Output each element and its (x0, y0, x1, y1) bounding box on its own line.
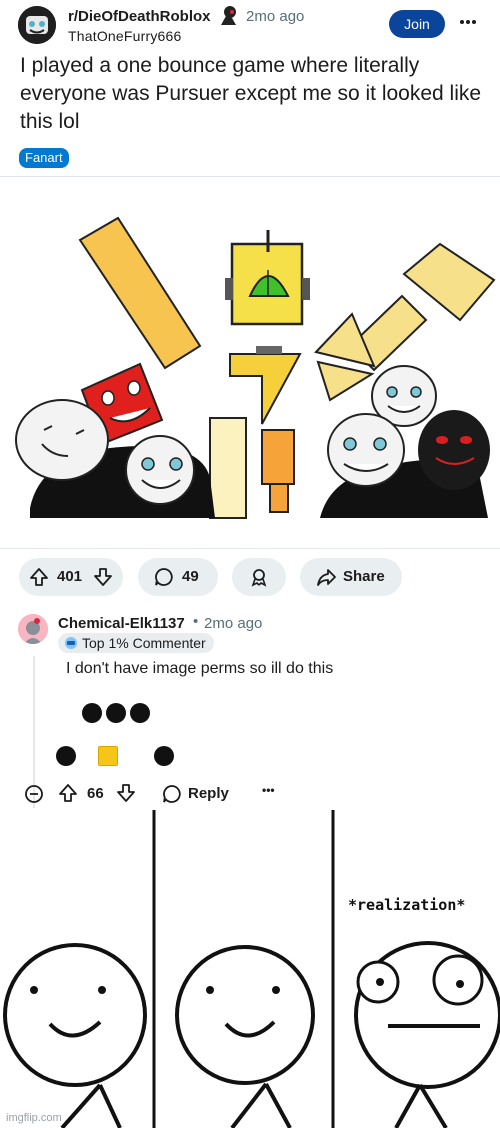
downvote-icon[interactable] (116, 783, 136, 803)
black-circle-emoji (56, 746, 76, 766)
post-title[interactable]: I played a one bounce game where literal… (20, 52, 490, 136)
more-icon (460, 20, 476, 24)
more-options-button[interactable] (458, 8, 478, 36)
share-button[interactable]: Share (300, 558, 402, 596)
commenter-badge: Top 1% Commenter (58, 633, 214, 653)
comment-username[interactable]: Chemical-Elk1137 (58, 615, 185, 632)
subreddit-avatar[interactable] (18, 6, 56, 44)
reply-icon[interactable] (162, 784, 182, 804)
post-action-bar: 401 49 Share (0, 558, 500, 598)
comment-more-button[interactable]: ••• (262, 783, 275, 797)
divider (0, 548, 500, 549)
comment-text: I don't have image perms so ill do this (66, 660, 334, 677)
award-icon (251, 569, 267, 587)
comment-count: 49 (182, 568, 199, 585)
upvote-icon[interactable] (58, 783, 78, 803)
black-circle-emoji (82, 703, 102, 723)
award-button[interactable] (232, 558, 286, 596)
badge-label: Top 1% Commenter (82, 635, 206, 651)
comment: Chemical-Elk1137 • 2mo ago Top 1% Commen… (0, 606, 500, 808)
share-label: Share (343, 568, 385, 585)
comment-vote-count: 66 (87, 785, 104, 802)
downvote-icon[interactable] (93, 567, 113, 587)
yellow-square-emoji (98, 746, 118, 766)
post-time: 2mo ago (246, 8, 305, 25)
collapse-icon[interactable] (24, 784, 44, 804)
post-image[interactable] (0, 178, 500, 546)
subreddit-name[interactable]: r/DieOfDeathRoblox (68, 8, 211, 25)
watermark: imgflip.com (6, 1112, 62, 1124)
reply-button[interactable]: Reply (188, 785, 229, 802)
meme-image: *realization* (0, 810, 500, 1128)
post-header: r/DieOfDeathRoblox 2mo ago ThatOneFurry6… (0, 0, 500, 50)
user-flair-icon (218, 4, 240, 26)
comment-time: 2mo ago (204, 615, 263, 632)
black-circle-emoji (154, 746, 174, 766)
meta-separator: • (193, 613, 199, 630)
badge-icon (65, 637, 77, 649)
post-author[interactable]: ThatOneFurry666 (68, 28, 182, 44)
comment-icon (155, 568, 173, 586)
divider (0, 176, 500, 177)
comment-action-bar: 66 Reply ••• (0, 780, 500, 808)
meme-caption: *realization* (348, 896, 466, 914)
comment-avatar[interactable] (18, 614, 48, 644)
join-button[interactable]: Join (389, 10, 445, 38)
upvote-icon[interactable] (29, 567, 49, 587)
comments-button[interactable]: 49 (138, 558, 218, 596)
upvote-count: 401 (57, 568, 83, 585)
post-flair[interactable]: Fanart (19, 148, 69, 168)
vote-pill: 401 (19, 558, 123, 596)
share-icon (317, 569, 336, 586)
black-circle-emoji (106, 703, 126, 723)
black-circle-emoji (130, 703, 150, 723)
